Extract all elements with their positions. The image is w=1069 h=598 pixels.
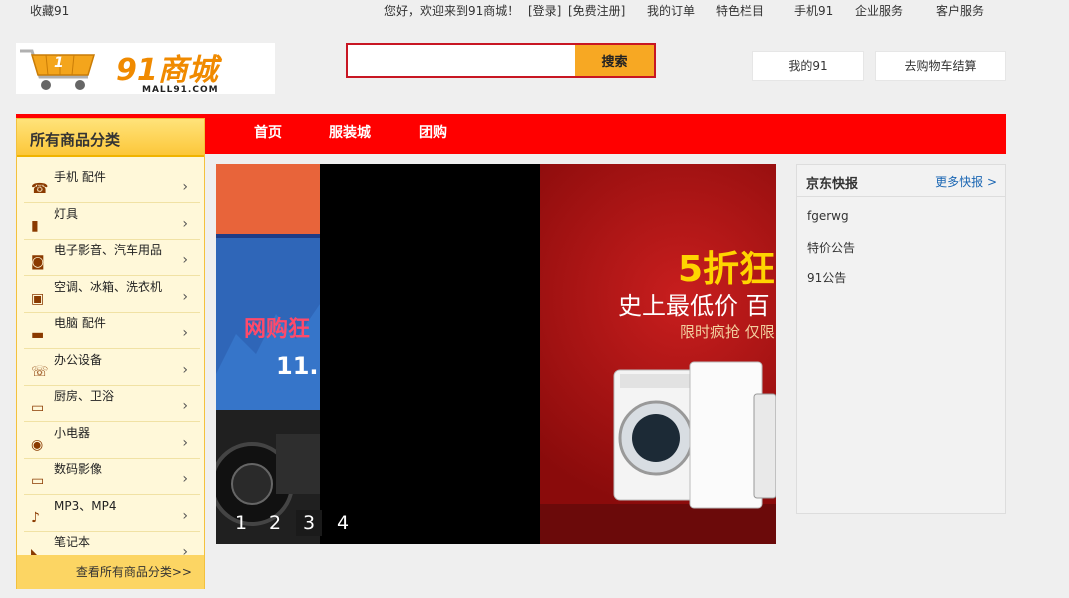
category-label: MP3、MP4 xyxy=(54,498,117,513)
category-header: 所有商品分类 xyxy=(17,119,204,157)
slide-indicator-3[interactable]: 3 xyxy=(296,510,322,536)
speaker-icon: ◉ xyxy=(31,436,44,453)
appliances-graphic xyxy=(540,361,776,544)
left-promo-date: 11. xyxy=(276,352,319,380)
computer-icon: ▬ xyxy=(31,327,45,343)
left-promo-text: 网购狂 xyxy=(244,316,310,342)
mobile-icon: ▮ xyxy=(31,217,39,234)
category-item[interactable]: ♪ MP3、MP4 › xyxy=(24,495,200,532)
chevron-right-icon: › xyxy=(182,252,188,268)
category-label: 灯具 xyxy=(54,206,79,221)
news-more-link[interactable]: 更多快报 > xyxy=(935,173,997,190)
monitor-icon: ▭ xyxy=(31,473,45,489)
mobile-link[interactable]: 手机91 xyxy=(794,2,833,19)
category-label: 电子影音、汽车用品 xyxy=(54,243,163,257)
greeting-text: 您好，欢迎来到91商城！ xyxy=(384,4,520,18)
chevron-right-icon: › xyxy=(182,398,188,414)
slide-indicator-2[interactable]: 2 xyxy=(262,510,288,536)
player-icon: ♪ xyxy=(31,509,40,526)
news-item[interactable]: fgerwg xyxy=(807,209,849,223)
category-label: 电脑 配件 xyxy=(54,316,106,330)
chevron-right-icon: › xyxy=(182,288,188,305)
news-item[interactable]: 特价公告 xyxy=(807,239,855,256)
nav-clothing[interactable]: 服装城 xyxy=(329,114,371,152)
top-bar: 收藏91 您好，欢迎来到91商城！ [登录] [免费注册] 我的订单 特色栏目 … xyxy=(0,0,1069,20)
chevron-right-icon: › xyxy=(182,471,188,487)
enterprise-link[interactable]: 企业服务 xyxy=(855,2,903,19)
site-logo[interactable]: 1 91商城 MALL91.COM xyxy=(16,43,275,94)
news-item[interactable]: 91公告 xyxy=(807,269,846,286)
chevron-right-icon: › xyxy=(182,215,188,232)
category-item[interactable]: ▣ 空调、冰箱、洗衣机 › xyxy=(24,276,200,313)
category-label: 小电器 xyxy=(54,425,91,440)
laptop-camera-graphic: 网购狂 11. xyxy=(216,164,320,544)
search-input[interactable] xyxy=(348,45,575,76)
category-item[interactable]: ☏ 办公设备 › xyxy=(24,349,200,386)
chevron-right-icon: › xyxy=(182,507,188,524)
chevron-right-icon: › xyxy=(182,179,188,195)
login-link[interactable]: [登录] xyxy=(528,2,561,19)
chevron-right-icon: › xyxy=(182,434,188,451)
category-label: 厨房、卫浴 xyxy=(54,389,115,403)
category-item[interactable]: ▭ 数码影像 › xyxy=(24,458,200,495)
logo-subtext: MALL91.COM xyxy=(142,85,219,94)
chevron-right-icon: › xyxy=(182,361,188,378)
category-item[interactable]: ▬ 电脑 配件 › xyxy=(24,312,200,349)
banner-carousel[interactable]: 网购狂 11. 5折狂 史上最低价 百 限时疯抢 仅限 1234 xyxy=(216,164,776,544)
my-orders-link[interactable]: 我的订单 xyxy=(647,2,695,19)
register-link[interactable]: [免费注册] xyxy=(568,2,625,19)
svg-text:1: 1 xyxy=(54,55,64,71)
category-item[interactable]: ▮ 灯具 › xyxy=(24,203,200,240)
tv-icon: ▭ xyxy=(31,400,45,416)
category-item[interactable]: ◉ 小电器 › xyxy=(24,422,200,459)
nav-home[interactable]: 首页 xyxy=(254,114,282,152)
banner-left-slide: 网购狂 11. xyxy=(216,164,320,544)
category-label: 手机 配件 xyxy=(54,170,106,184)
search-button[interactable]: 搜索 xyxy=(575,45,654,76)
office-phone-icon: ☏ xyxy=(31,363,49,380)
banner-right-slide: 5折狂 史上最低价 百 限时疯抢 仅限 xyxy=(540,164,776,544)
news-panel: 京东快报 更多快报 > fgerwg 特价公告 91公告 xyxy=(796,164,1006,514)
camera-icon: ◙ xyxy=(31,254,45,270)
nav-groupbuy[interactable]: 团购 xyxy=(419,114,447,152)
category-label: 数码影像 xyxy=(54,462,103,476)
all-categories-link[interactable]: 查看所有商品分类>> xyxy=(17,555,204,589)
category-item[interactable]: ▭ 厨房、卫浴 › xyxy=(24,385,200,422)
promo-subtitle: 史上最低价 百 xyxy=(618,292,770,320)
appliance-icon: ▣ xyxy=(31,290,45,307)
promo-title: 5折狂 xyxy=(678,249,776,290)
category-title: 所有商品分类 xyxy=(30,131,121,149)
category-label: 笔记本 xyxy=(54,535,91,549)
cart-checkout-button[interactable]: 去购物车结算 xyxy=(875,51,1006,81)
slide-indicator-1[interactable]: 1 xyxy=(228,510,254,536)
banner-middle-slide xyxy=(320,164,540,544)
favorite-link[interactable]: 收藏91 xyxy=(30,2,69,19)
logo-text: 91商城 xyxy=(116,53,223,88)
logo-graphic: 1 91商城 MALL91.COM xyxy=(16,43,275,94)
news-title: 京东快报 xyxy=(806,177,859,192)
chevron-right-icon: › xyxy=(182,325,188,341)
featured-link[interactable]: 特色栏目 xyxy=(716,2,764,19)
search-box: 搜索 xyxy=(346,43,656,78)
category-label: 空调、冰箱、洗衣机 xyxy=(54,279,163,294)
slide-indicator-4[interactable]: 4 xyxy=(330,510,356,536)
news-header: 京东快报 更多快报 > xyxy=(797,165,1005,197)
category-panel: 所有商品分类 ☎ 手机 配件 › ▮ 灯具 › ◙ 电子影音、汽车用品 › ▣ 空调、冰箱、洗衣机 ›… xyxy=(16,118,205,589)
category-item[interactable]: ☎ 手机 配件 › xyxy=(24,166,200,203)
support-link[interactable]: 客户服务 xyxy=(936,2,984,19)
phone-icon: ☎ xyxy=(31,181,49,197)
category-label: 办公设备 xyxy=(54,352,103,367)
category-item[interactable]: ◙ 电子影音、汽车用品 › xyxy=(24,239,200,276)
my91-button[interactable]: 我的91 xyxy=(752,51,864,81)
